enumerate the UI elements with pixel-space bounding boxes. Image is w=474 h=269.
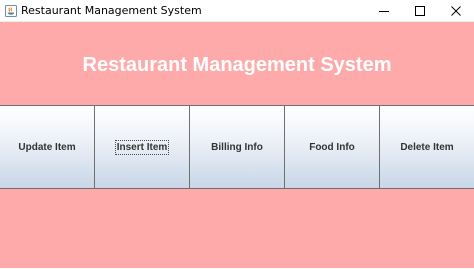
maximize-button[interactable]	[402, 0, 438, 21]
food-info-button[interactable]: Food Info	[285, 105, 380, 189]
close-icon	[451, 5, 461, 16]
maximize-icon	[415, 5, 425, 16]
food-info-label: Food Info	[309, 141, 355, 153]
minimize-icon	[379, 10, 389, 12]
page-title: Restaurant Management System	[82, 53, 392, 76]
delete-item-button[interactable]: Delete Item	[380, 105, 474, 189]
app-window: Restaurant Management System Restaurant …	[0, 0, 474, 268]
window-controls	[366, 0, 474, 21]
header-area: Restaurant Management System	[0, 22, 474, 106]
java-app-icon[interactable]	[5, 4, 17, 17]
minimize-button[interactable]	[366, 0, 402, 21]
insert-item-label: Insert Item	[114, 139, 170, 155]
nav-button-row: Update Item Insert Item Billing Info Foo…	[0, 105, 474, 189]
footer-area	[0, 189, 474, 269]
delete-item-label: Delete Item	[400, 141, 454, 153]
billing-info-button[interactable]: Billing Info	[190, 105, 285, 189]
close-button[interactable]	[438, 0, 474, 21]
billing-info-label: Billing Info	[211, 141, 263, 153]
update-item-label: Update Item	[18, 141, 76, 153]
update-item-button[interactable]: Update Item	[0, 105, 95, 189]
title-bar[interactable]: Restaurant Management System	[0, 0, 474, 22]
window-title: Restaurant Management System	[21, 4, 202, 17]
main-panel: Restaurant Management System Update Item…	[0, 22, 474, 268]
insert-item-button[interactable]: Insert Item	[95, 105, 190, 189]
